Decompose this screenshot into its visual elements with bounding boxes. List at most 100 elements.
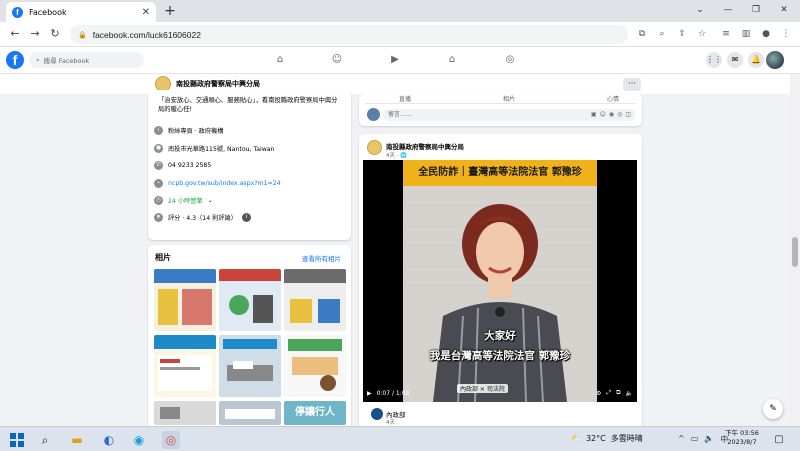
post-author-avatar[interactable] — [367, 140, 382, 155]
taskbar-clock[interactable]: 下午 03:56 2023/8/7 — [722, 429, 762, 447]
notification-icon[interactable]: ▢ — [770, 431, 788, 449]
account-avatar[interactable] — [766, 51, 784, 69]
info-icon[interactable]: i — [241, 213, 251, 222]
photos-card: 相片 查看所有相片 停讓行人 — [148, 245, 351, 430]
link-icon: ⌁ — [154, 179, 163, 188]
action-feeling[interactable]: 心情 — [607, 94, 619, 103]
bookmark-star-icon[interactable]: ☆ — [696, 28, 708, 40]
post-author[interactable]: 南投縣政府警察局中興分局 — [386, 141, 464, 151]
photo-thumb[interactable] — [154, 335, 216, 397]
groups-icon[interactable]: ◎ — [503, 53, 517, 67]
chevron-up-icon[interactable]: ^ — [678, 434, 685, 445]
reading-list-icon[interactable]: ≡ — [720, 28, 732, 40]
page-header-bar: 南投縣政府警察局中興分局 ··· — [0, 74, 800, 94]
share-icon[interactable]: ⇪ — [676, 28, 688, 40]
intro-hours[interactable]: 24 小時營業 — [168, 196, 203, 205]
back-button[interactable]: ← — [8, 27, 22, 41]
sticker2-icon[interactable]: ◫ — [625, 109, 631, 121]
open-in-app-icon[interactable]: ⧉ — [636, 28, 648, 40]
url-text: facebook.com/luck61606022 — [92, 29, 201, 40]
shared-page-avatar[interactable] — [371, 408, 383, 420]
minimize-button[interactable]: — — [715, 2, 741, 18]
tab-facebook[interactable]: f Facebook ✕ — [6, 2, 156, 22]
app-icon[interactable]: ◐ — [100, 431, 118, 449]
weather-text: 多雲時晴 — [610, 434, 643, 443]
play-icon[interactable]: ▶ — [367, 390, 372, 397]
comment-input[interactable]: 留言…… ▣ ☺ ◉ ◎ ◫ — [383, 109, 635, 121]
pip-icon[interactable]: ⧉ — [616, 389, 620, 397]
video-watermark: 內政部 ✕ 司法院 — [457, 384, 508, 393]
intro-website-link[interactable]: ncpb.gov.tw/sub/index.aspx?m1=24 — [168, 180, 281, 187]
edge-icon[interactable]: ◉ — [130, 431, 148, 449]
windows-start-icon[interactable] — [8, 431, 26, 449]
photo-thumb[interactable] — [284, 269, 346, 331]
divider — [365, 103, 636, 104]
photo-thumb[interactable] — [219, 401, 281, 425]
video-player[interactable]: 全民防詐｜臺灣高等法院法官 郭豫珍 大家好 我是台灣高等法院法官 郭豫珍 ▶ 0… — [363, 160, 637, 402]
photo-thumb[interactable] — [219, 335, 281, 397]
action-live[interactable]: 直播 — [399, 94, 411, 103]
facebook-logo-icon[interactable]: f — [6, 51, 24, 69]
intro-description: 「治安放心、交通順心、服務貼心」，看南投縣政府警察局中興分局的暖心任! — [158, 97, 338, 113]
emoji-icon[interactable]: ☺ — [600, 109, 606, 121]
reload-button[interactable]: ↻ — [48, 27, 62, 41]
watch-icon[interactable]: ▶ — [388, 53, 402, 67]
messenger-icon[interactable]: ✉ — [727, 52, 743, 68]
gif-icon[interactable]: ◎ — [617, 109, 622, 121]
search-icon[interactable]: ⌕ — [36, 431, 54, 449]
see-all-photos-link[interactable]: 查看所有相片 — [302, 253, 341, 263]
photo-thumb[interactable] — [154, 401, 216, 425]
bell-icon[interactable]: 🔔 — [748, 52, 764, 68]
facebook-search-input[interactable]: ⌕ 搜尋 Facebook — [29, 52, 144, 68]
browser-toolbar: ← → ↻ 🔒 facebook.com/luck61606022 ⧉ ⌕ ⇪ … — [0, 22, 800, 47]
chevron-down-icon[interactable]: ⌄ — [208, 197, 213, 204]
browser-menu-icon[interactable]: ⋮ — [780, 28, 792, 40]
photo-thumb[interactable] — [284, 335, 346, 397]
scrollbar-thumb[interactable] — [792, 237, 798, 267]
video-subtitle-1: 大家好 — [484, 330, 516, 342]
page-scrollbar[interactable] — [790, 74, 800, 426]
speaker-figure — [403, 186, 597, 402]
menu-icon[interactable]: ⋮⋮ — [706, 52, 722, 68]
settings-icon[interactable]: ⚙ — [596, 390, 601, 397]
file-explorer-icon[interactable]: ▬ — [68, 431, 86, 449]
weather-widget[interactable]: ⛅ 32°C 多雲時晴 — [571, 433, 643, 444]
lock-icon: 🔒 — [78, 30, 87, 39]
video-time: 0:07 / 1:08 — [376, 389, 410, 397]
expand-icon[interactable]: ⤢ — [606, 389, 611, 397]
video-frame: 全民防詐｜臺灣高等法院法官 郭豫珍 大家好 我是台灣高等法院法官 郭豫珍 — [403, 160, 597, 402]
sticker-icon[interactable]: ▣ — [591, 109, 597, 121]
star-icon: ★ — [154, 213, 163, 222]
close-window-button[interactable]: ✕ — [771, 2, 797, 18]
address-bar[interactable]: 🔒 facebook.com/luck61606022 — [70, 25, 628, 44]
chrome-icon[interactable]: ◎ — [162, 431, 180, 449]
marketplace-icon[interactable]: ⌂ — [445, 53, 459, 67]
volume-icon[interactable]: 🔈 — [704, 434, 714, 445]
zoom-icon[interactable]: ⌕ — [656, 28, 668, 40]
intro-row-website: ⌁ ncpb.gov.tw/sub/index.aspx?m1=24 — [154, 179, 281, 188]
home-icon[interactable]: ⌂ — [273, 53, 287, 67]
maximize-button[interactable]: ❐ — [743, 2, 769, 18]
action-photo[interactable]: 相片 — [503, 94, 515, 103]
photo-thumb[interactable] — [154, 269, 216, 331]
new-tab-button[interactable]: + — [162, 3, 178, 19]
close-tab-icon[interactable]: ✕ — [142, 7, 150, 18]
tab-search-icon[interactable]: ⌄ — [687, 2, 713, 18]
more-button[interactable]: ··· — [623, 78, 641, 91]
volume-icon[interactable]: 🔈 — [626, 390, 633, 397]
location-icon: ● — [154, 144, 163, 153]
new-message-button[interactable]: ✎ — [763, 399, 783, 419]
post-card: 南投縣政府警察局中興分局 4天 · 🌐 全民防詐｜臺灣高等法院法官 郭豫珍 大家… — [359, 134, 642, 434]
network-icon[interactable]: ▭ — [691, 434, 699, 445]
side-panel-icon[interactable]: ▥ — [740, 28, 752, 40]
commenter-avatar — [367, 108, 380, 121]
page-name[interactable]: 南投縣政府警察局中興分局 — [176, 79, 260, 89]
forward-button[interactable]: → — [28, 27, 42, 41]
friends-icon[interactable]: ☺ — [330, 53, 344, 67]
photo-thumb[interactable] — [219, 269, 281, 331]
photo-thumb[interactable]: 停讓行人 — [284, 401, 346, 425]
camera-icon[interactable]: ◉ — [609, 109, 614, 121]
post-actions: 直播 相片 心情 — [399, 94, 619, 103]
profile-icon[interactable]: ● — [760, 28, 772, 40]
search-placeholder: 搜尋 Facebook — [43, 57, 90, 65]
